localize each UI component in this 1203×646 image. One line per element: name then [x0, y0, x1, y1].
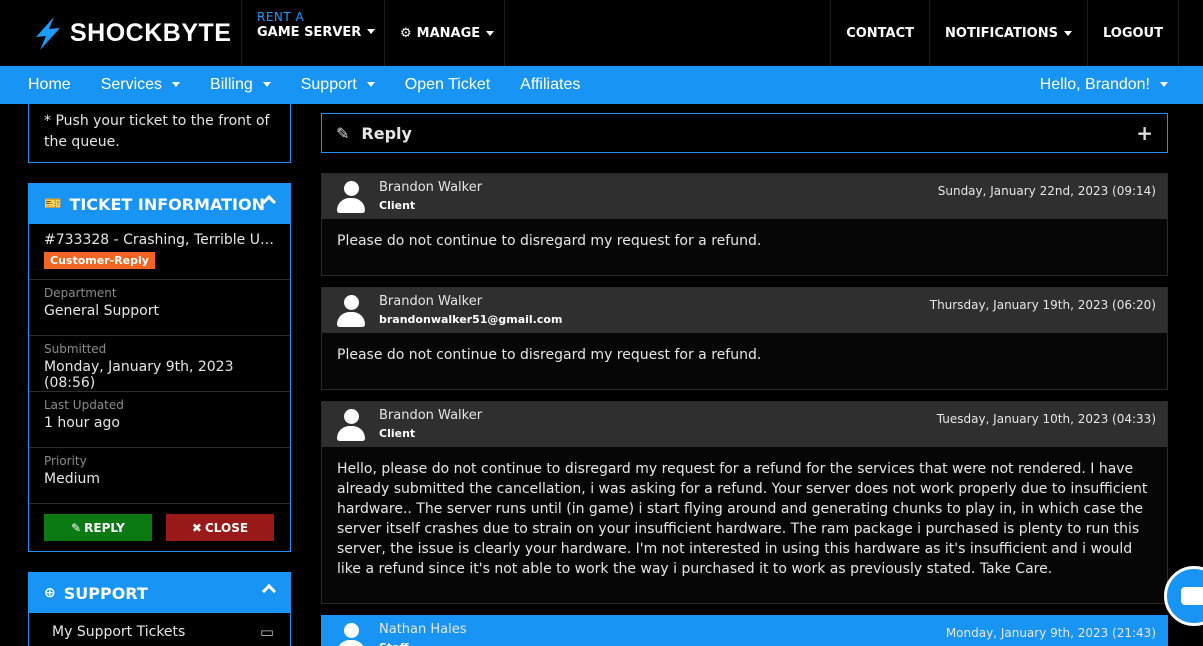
priority-note: * Push your ticket to the front of the q…	[28, 104, 291, 163]
ticket-message: Brandon Walker brandonwalker51@gmail.com…	[321, 287, 1168, 390]
logout-link[interactable]: LOGOUT	[1086, 0, 1179, 66]
user-avatar-icon	[336, 409, 366, 441]
message-role: Client	[379, 427, 416, 440]
nav-services[interactable]: Services	[100, 76, 181, 94]
plus-icon[interactable]: +	[1136, 121, 1153, 145]
chevron-down-icon	[366, 82, 375, 87]
message-date: Tuesday, January 10th, 2023 (04:33)	[936, 412, 1156, 426]
message-body: Please do not continue to disregard my r…	[337, 347, 762, 363]
notifications-label: NOTIFICATIONS	[945, 25, 1058, 41]
message-date: Thursday, January 19th, 2023 (06:20)	[929, 298, 1156, 312]
message-header: Brandon Walker brandonwalker51@gmail.com…	[322, 288, 1167, 333]
message-header: Nathan Hales Staff Monday, January 9th, …	[322, 616, 1167, 646]
department-label: Department	[44, 286, 117, 300]
user-menu[interactable]: Hello, Brandon!	[1040, 76, 1168, 94]
submitted-row: Submitted Monday, January 9th, 2023 (08:…	[29, 336, 290, 392]
ticket-title-row: #733328 - Crashing, Terrible UI, R... Cu…	[29, 224, 290, 280]
nav-support-label: Support	[300, 76, 357, 93]
ticket-actions: ✎ REPLY ✖ CLOSE	[29, 504, 290, 551]
chat-icon	[1181, 587, 1203, 605]
message-email: brandonwalker51@gmail.com	[379, 313, 563, 326]
ticket-message: Brandon Walker Client Sunday, January 22…	[321, 173, 1168, 276]
top-header: SHOCKBYTE RENT A GAME SERVER ⚙ MANAGE CO…	[0, 0, 1203, 66]
message-role: Client	[379, 199, 416, 212]
chevron-down-icon	[367, 29, 376, 34]
priority-row: Priority Medium	[29, 448, 290, 504]
main-nav: Home Services Billing Support Open Ticke…	[0, 66, 1203, 104]
chevron-down-icon	[1063, 30, 1072, 36]
ticket-information-title: TICKET INFORMATION	[69, 194, 265, 214]
submitted-label: Submitted	[44, 342, 107, 356]
last-updated-row: Last Updated 1 hour ago	[29, 392, 290, 448]
contact-link[interactable]: CONTACT	[830, 0, 929, 66]
reply-button-label: REPLY	[84, 520, 125, 535]
my-support-tickets-label: My Support Tickets	[52, 624, 186, 640]
chevron-down-icon	[172, 82, 181, 87]
close-button[interactable]: ✖ CLOSE	[166, 514, 274, 541]
nav-billing-label: Billing	[210, 76, 253, 93]
lifebuoy-icon: ⊕	[44, 585, 56, 601]
department-row: Department General Support	[29, 280, 290, 336]
support-panel: ⊕ SUPPORT My Support Tickets ▭	[28, 572, 291, 646]
message-header: Brandon Walker Client Sunday, January 22…	[322, 174, 1167, 219]
ticket-information-header[interactable]: 🎫 TICKET INFORMATION	[29, 184, 290, 224]
user-greeting: Hello, Brandon!	[1039, 76, 1150, 93]
ticket-title: #733328 - Crashing, Terrible UI, R...	[44, 232, 275, 248]
status-badge: Customer-Reply	[44, 252, 155, 269]
notifications-menu[interactable]: NOTIFICATIONS	[929, 0, 1087, 66]
chevron-up-icon[interactable]	[261, 583, 277, 599]
nav-affiliates[interactable]: Affiliates	[520, 76, 580, 94]
reply-toggle[interactable]: ✎ Reply +	[321, 113, 1168, 153]
manage-label: MANAGE	[416, 25, 481, 41]
message-role: Staff	[379, 641, 1167, 646]
last-updated-label: Last Updated	[44, 398, 124, 412]
support-title: SUPPORT	[63, 583, 148, 603]
gears-icon: ⚙	[400, 25, 412, 41]
user-avatar-icon	[336, 295, 366, 327]
nav-services-label: Services	[100, 76, 163, 93]
rent-label: RENT A	[257, 10, 305, 24]
message-body: Please do not continue to disregard my r…	[337, 233, 762, 249]
message-date: Monday, January 9th, 2023 (21:43)	[945, 626, 1156, 640]
reply-button[interactable]: ✎ REPLY	[44, 514, 152, 541]
lightning-bolt-icon	[36, 17, 60, 50]
ticket-icon: 🎫	[44, 196, 62, 212]
chevron-down-icon	[486, 30, 495, 36]
logo[interactable]: SHOCKBYTE	[0, 0, 242, 66]
reply-label: Reply	[361, 123, 412, 143]
message-header: Brandon Walker Client Tuesday, January 1…	[322, 402, 1167, 447]
my-support-tickets-link[interactable]: My Support Tickets ▭	[29, 613, 290, 641]
manage-menu[interactable]: ⚙ MANAGE	[385, 0, 505, 66]
message-date: Sunday, January 22nd, 2023 (09:14)	[937, 184, 1156, 198]
game-server-label: GAME SERVER	[257, 25, 362, 40]
user-avatar-icon	[336, 623, 366, 646]
brand-name: SHOCKBYTE	[70, 18, 232, 47]
priority-label: Priority	[44, 454, 87, 468]
department-value: General Support	[44, 303, 159, 319]
pencil-icon: ✎	[336, 123, 350, 143]
close-button-label: CLOSE	[204, 520, 249, 535]
nav-billing[interactable]: Billing	[210, 76, 271, 94]
ticket-message-staff: Nathan Hales Staff Monday, January 9th, …	[321, 615, 1168, 646]
nav-open-ticket[interactable]: Open Ticket	[405, 76, 490, 94]
chevron-down-icon	[262, 82, 271, 87]
nav-support[interactable]: Support	[301, 76, 375, 94]
close-icon: ✖	[191, 520, 202, 535]
submitted-value: Monday, January 9th, 2023 (08:56)	[44, 359, 234, 391]
rent-game-server-menu[interactable]: RENT A GAME SERVER	[242, 0, 385, 66]
message-body: Hello, please do not continue to disrega…	[337, 461, 1148, 577]
nav-home[interactable]: Home	[28, 76, 71, 94]
support-header[interactable]: ⊕ SUPPORT	[29, 573, 290, 613]
chevron-down-icon	[1160, 82, 1168, 87]
last-updated-value: 1 hour ago	[44, 415, 120, 431]
pencil-icon: ✎	[71, 520, 82, 535]
live-chat-button[interactable]	[1164, 566, 1203, 626]
ticket-icon: ▭	[259, 623, 274, 641]
priority-value: Medium	[44, 471, 100, 487]
user-avatar-icon	[336, 181, 366, 213]
ticket-information-panel: 🎫 TICKET INFORMATION #733328 - Crashing,…	[28, 183, 291, 552]
ticket-message: Brandon Walker Client Tuesday, January 1…	[321, 401, 1168, 604]
